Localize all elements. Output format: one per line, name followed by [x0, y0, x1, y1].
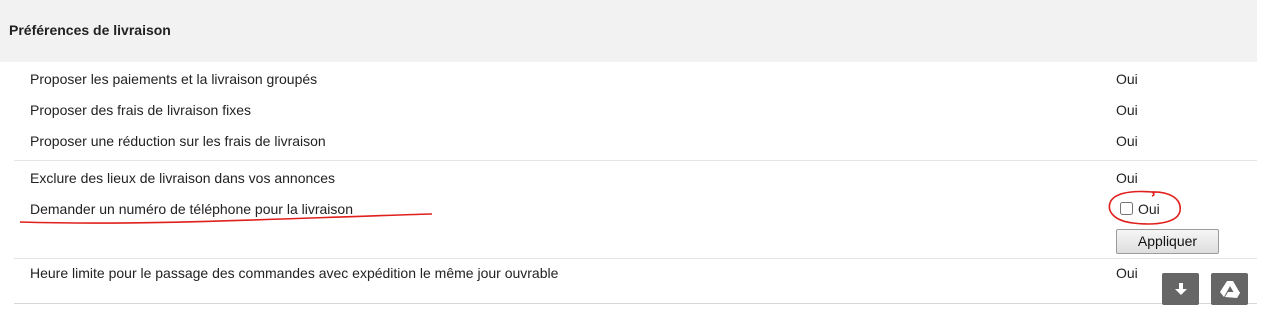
row-value-shipping-discount: Oui: [1116, 133, 1138, 149]
phone-number-checkbox[interactable]: [1120, 202, 1133, 215]
row-label-fixed-shipping: Proposer des frais de livraison fixes: [30, 102, 251, 118]
drive-button[interactable]: [1211, 273, 1248, 305]
row-divider: [14, 258, 1257, 259]
row-label-exclude-locations: Exclure des lieux de livraison dans vos …: [30, 170, 336, 186]
table-bottom-border: [14, 303, 1257, 304]
section-header: Préférences de livraison: [0, 0, 1257, 62]
download-button[interactable]: [1162, 273, 1199, 305]
phone-number-checkbox-label[interactable]: Oui: [1138, 201, 1160, 217]
section-title: Préférences de livraison: [9, 22, 171, 38]
apply-button[interactable]: Appliquer: [1116, 229, 1219, 254]
row-label-cutoff-time: Heure limite pour le passage des command…: [30, 265, 559, 281]
row-value-cutoff-time: Oui: [1116, 265, 1138, 281]
row-value-grouped-payment: Oui: [1116, 71, 1138, 87]
row-label-shipping-discount: Proposer une réduction sur les frais de …: [30, 133, 326, 149]
row-value-fixed-shipping: Oui: [1116, 102, 1138, 118]
arrow-down-icon: [1174, 283, 1187, 295]
google-drive-icon: [1219, 281, 1240, 298]
row-label-phone-number: Demander un numéro de téléphone pour la …: [30, 201, 353, 217]
row-divider: [14, 160, 1257, 161]
row-label-grouped-payment: Proposer les paiements et la livraison g…: [30, 71, 318, 87]
row-value-exclude-locations: Oui: [1116, 170, 1138, 186]
